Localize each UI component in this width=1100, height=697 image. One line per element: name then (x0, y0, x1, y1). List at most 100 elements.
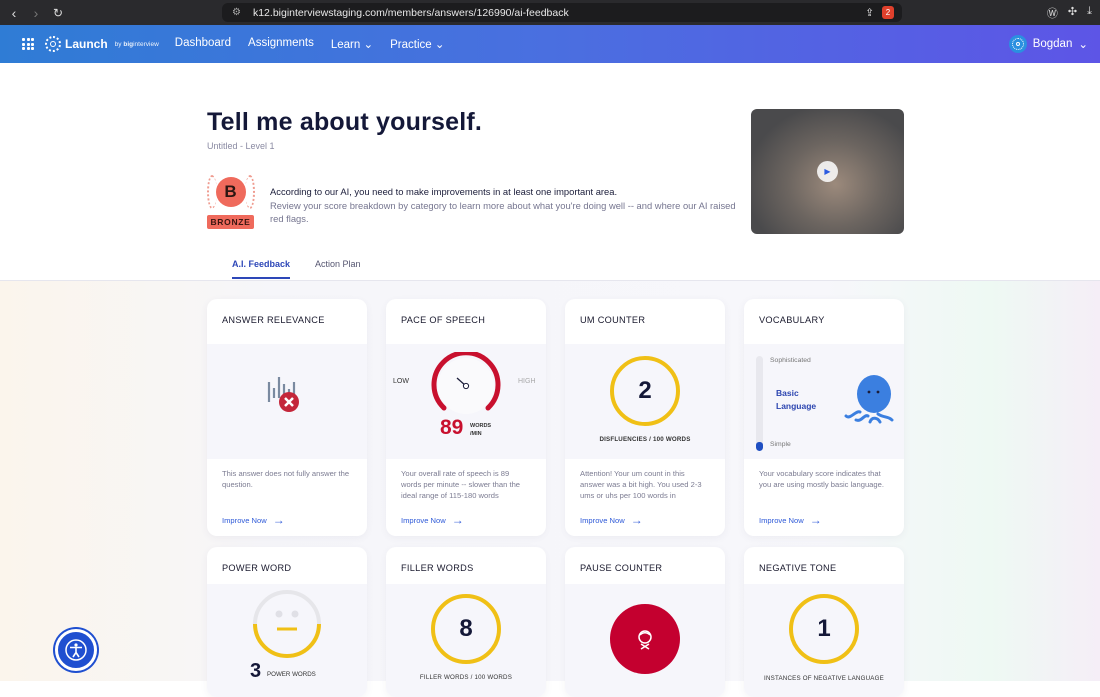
link-label: Improve Now (222, 515, 267, 525)
improve-now-link[interactable]: Improve Now → (744, 504, 904, 536)
power-word-caption: POWER WORDS (267, 671, 316, 678)
card-title: ANSWER RELEVANCE (222, 315, 325, 325)
answer-video[interactable]: ▶ (751, 109, 904, 234)
feedback-tabs: A.I. Feedback Action Plan (232, 259, 361, 279)
um-caption: DISFLUENCIES / 100 WORDS (599, 436, 691, 443)
arrow-right-icon: → (272, 513, 285, 527)
apps-grid-icon[interactable] (22, 38, 34, 50)
tab-action-plan[interactable]: Action Plan (315, 259, 361, 279)
grade-label: BRONZE (207, 215, 254, 229)
accessibility-button[interactable] (55, 629, 97, 671)
um-count-ring: 2 (610, 356, 680, 426)
brand-by: by (114, 40, 122, 48)
nav-practice[interactable]: Practice ⌄ (390, 37, 444, 51)
card-description: This answer does not fully answer the qu… (222, 469, 350, 490)
wallet-icon[interactable]: Ⓦ (1047, 5, 1058, 21)
arrow-right-icon: → (809, 513, 822, 527)
nav-learn[interactable]: Learn ⌄ (331, 37, 373, 51)
vocab-bottom-label: Simple (770, 441, 791, 448)
filler-count-ring: 8 (431, 594, 501, 664)
pace-unit: WORDS (470, 423, 492, 429)
vocab-level-fill (756, 441, 763, 451)
tab-ai-feedback[interactable]: A.I. Feedback (232, 259, 291, 279)
grade-badge: B BRONZE (206, 175, 255, 229)
card-title: NEGATIVE TONE (759, 563, 837, 573)
summary-body: Review your score breakdown by category … (270, 199, 736, 225)
pace-gauge (431, 352, 501, 414)
improve-now-link[interactable]: Improve Now → (386, 504, 546, 536)
feedback-cards: ANSWER RELEVANCE This answer does not fu… (0, 281, 1100, 697)
nav-dashboard[interactable]: Dashboard (175, 37, 231, 51)
card-negative-tone: NEGATIVE TONE 1 INSTANCES OF NEGATIVE LA… (744, 547, 904, 697)
brand-sub: interview (133, 40, 159, 48)
browser-chrome: ‹ › ↻ ⚙ k12.biginterviewstaging.com/memb… (0, 0, 1100, 25)
card-title: VOCABULARY (759, 315, 825, 325)
user-menu[interactable]: Bogdan ⌄ (1008, 35, 1088, 53)
chevron-down-icon: ⌄ (363, 39, 374, 51)
answer-header: Tell me about yourself. Untitled - Level… (0, 63, 1100, 281)
gauge-high-label: HIGH (518, 378, 536, 385)
download-icon[interactable]: ⤓ (1087, 5, 1092, 21)
feedback-summary: According to our AI, you need to make im… (270, 185, 750, 226)
reload-icon[interactable]: ↻ (50, 6, 66, 20)
avatar (1008, 35, 1027, 53)
arrow-right-icon: → (451, 513, 464, 527)
card-title: FILLER WORDS (401, 563, 474, 573)
card-description: Attention! Your um count in this answer … (580, 469, 702, 501)
neutral-face-icon (253, 590, 321, 658)
share-icon[interactable]: ⇪ (865, 7, 874, 19)
improve-now-link[interactable]: Improve Now → (207, 504, 367, 536)
card-title: PAUSE COUNTER (580, 563, 663, 573)
grade-medal: B (206, 175, 255, 209)
card-filler-words: FILLER WORDS 8 FILLER WORDS / 100 WORDS (386, 547, 546, 697)
top-navigation: Launch by biginterview Dashboard Assignm… (0, 25, 1100, 63)
card-pause-counter: PAUSE COUNTER (565, 547, 725, 697)
forward-icon[interactable]: › (28, 5, 44, 21)
pace-unit-min: /MIN (470, 431, 482, 437)
summary-title: According to our AI, you need to make im… (270, 186, 618, 197)
site-settings-icon[interactable]: ⚙ (232, 7, 241, 18)
card-vocabulary: VOCABULARY Sophisticated Simple Basic Lan… (744, 299, 904, 536)
vocab-level-bar (756, 356, 763, 451)
gauge-low-label: LOW (393, 378, 409, 385)
brave-shield-icon[interactable]: 2 (882, 6, 894, 19)
back-icon[interactable]: ‹ (6, 5, 22, 21)
page-subtitle: Untitled - Level 1 (207, 141, 275, 151)
card-title: PACE OF SPEECH (401, 315, 486, 325)
user-name: Bogdan (1032, 38, 1073, 50)
improve-now-link[interactable]: Improve Now → (565, 504, 725, 536)
nav-practice-label: Practice (390, 39, 432, 51)
chevron-down-icon: ⌄ (1078, 39, 1088, 51)
url-text: k12.biginterviewstaging.com/members/answ… (252, 6, 569, 19)
address-bar[interactable]: ⚙ k12.biginterviewstaging.com/members/an… (222, 3, 902, 22)
relevance-fail-icon (267, 377, 299, 412)
page-title: Tell me about yourself. (207, 108, 483, 136)
octopus-mascot-icon (844, 375, 894, 424)
link-label: Improve Now (401, 515, 446, 525)
card-description: Your overall rate of speech is 89 words … (401, 469, 521, 501)
nav-learn-label: Learn (330, 39, 361, 51)
sun-logo-icon (45, 36, 61, 52)
card-answer-relevance: ANSWER RELEVANCE This answer does not fu… (207, 299, 367, 536)
vocab-top-label: Sophisticated (770, 357, 811, 364)
chevron-down-icon: ⌄ (434, 39, 445, 51)
card-title: UM COUNTER (580, 315, 646, 325)
card-pace-of-speech: PACE OF SPEECH LOW HIGH 89 WORDS/MIN You… (386, 299, 546, 536)
vocab-level-2: Language (776, 401, 817, 411)
negative-count-ring: 1 (789, 594, 859, 664)
brand-sub-bold: big (123, 40, 134, 48)
play-icon[interactable]: ▶ (817, 161, 838, 182)
card-title: POWER WORD (222, 563, 292, 573)
brand-logo[interactable]: Launch by biginterview (45, 36, 159, 52)
pause-icon (610, 604, 680, 674)
arrow-right-icon: → (630, 513, 643, 527)
power-word-count: 3 (250, 660, 262, 682)
accessibility-icon (65, 639, 87, 661)
brand-name: Launch (65, 37, 108, 51)
extensions-icon[interactable]: ✣ (1068, 5, 1077, 21)
link-label: Improve Now (759, 515, 804, 525)
card-um-counter: UM COUNTER 2 DISFLUENCIES / 100 WORDS At… (565, 299, 725, 536)
nav-assignments[interactable]: Assignments (248, 37, 314, 51)
card-power-word: POWER WORD 3 POWER WORDS (207, 547, 367, 697)
silent-person-icon (638, 630, 652, 650)
